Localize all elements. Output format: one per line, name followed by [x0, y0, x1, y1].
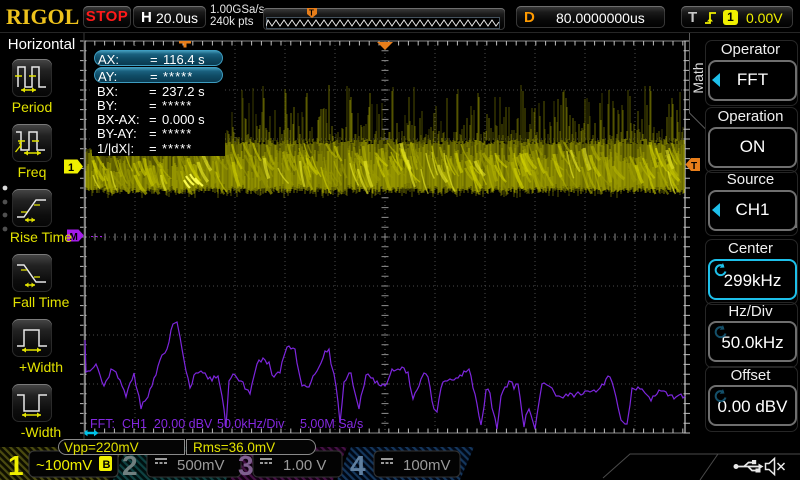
svg-text:T: T: [309, 9, 314, 18]
svg-text:5.00M Sa/s: 5.00M Sa/s: [300, 417, 363, 431]
svg-text:B: B: [103, 459, 111, 471]
svg-text:1.00 V: 1.00 V: [283, 457, 326, 474]
svg-text:500mV: 500mV: [177, 457, 225, 474]
svg-text:4: 4: [350, 450, 366, 480]
svg-text:T: T: [691, 161, 697, 172]
svg-text:~100mV: ~100mV: [36, 457, 92, 474]
svg-text:FFT: CH1 20.00 dBV: FFT: CH1 20.00 dBV: [90, 417, 213, 431]
svg-text:50.0kHz/Div: 50.0kHz/Div: [217, 417, 285, 431]
svg-text:100mV: 100mV: [403, 457, 451, 474]
svg-text:1: 1: [8, 450, 24, 480]
